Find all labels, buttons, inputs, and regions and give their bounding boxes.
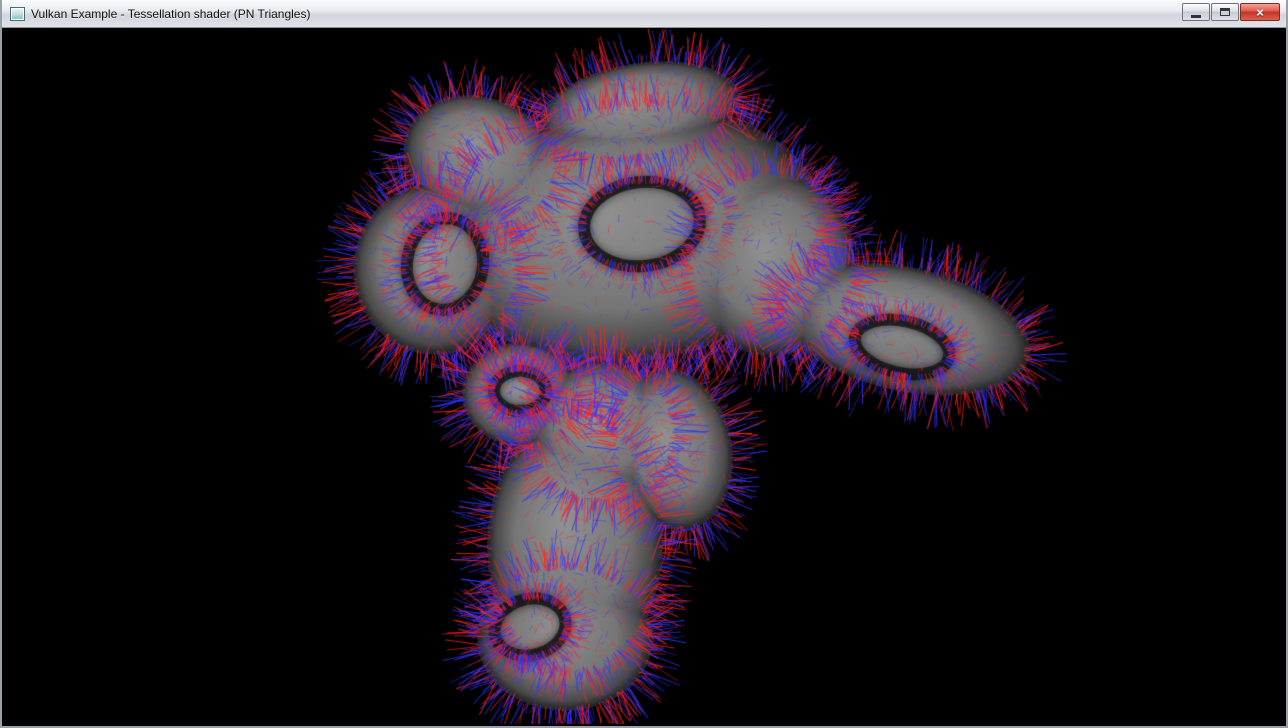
close-icon: × [1256, 6, 1264, 19]
render-viewport[interactable] [2, 29, 1286, 724]
maximize-icon [1220, 8, 1230, 16]
title-bar[interactable]: Vulkan Example - Tessellation shader (PN… [2, 0, 1286, 28]
minimize-icon [1191, 15, 1201, 18]
window-controls: × [1182, 3, 1280, 21]
app-window: Vulkan Example - Tessellation shader (PN… [0, 0, 1288, 728]
maximize-button[interactable] [1211, 3, 1239, 21]
render-canvas[interactable] [2, 29, 1286, 724]
app-icon [10, 7, 25, 21]
minimize-button[interactable] [1182, 3, 1210, 21]
close-button[interactable]: × [1240, 3, 1280, 21]
window-title: Vulkan Example - Tessellation shader (PN… [31, 7, 310, 21]
